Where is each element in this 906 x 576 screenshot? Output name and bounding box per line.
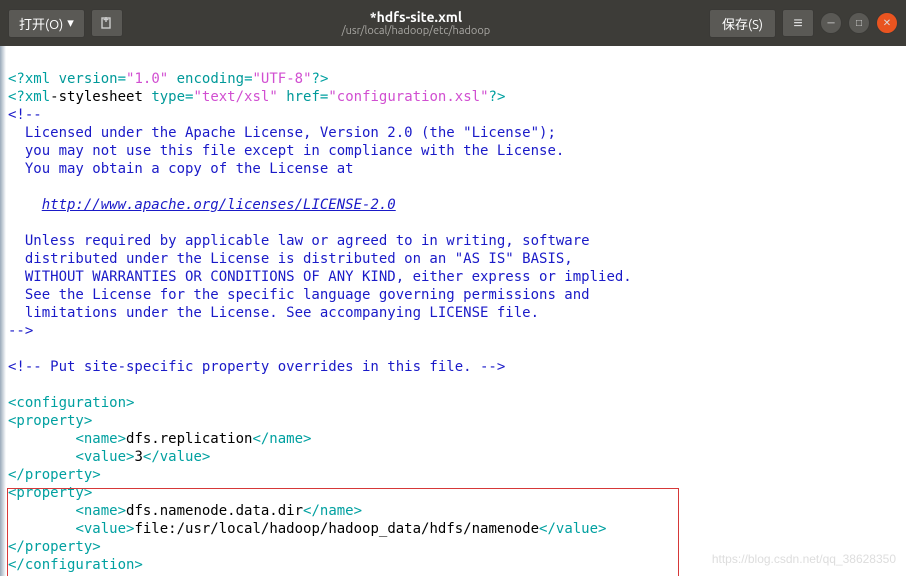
text: 3	[134, 449, 142, 465]
tag: </name>	[252, 431, 311, 447]
tag: <property>	[8, 413, 92, 429]
kw: -stylesheet	[50, 89, 151, 105]
window-subtitle: /usr/local/hadoop/etc/hadoop	[123, 25, 709, 37]
watermark: https://blog.csdn.net/qq_38628350	[712, 550, 896, 568]
minimize-button[interactable]: ─	[820, 12, 842, 34]
tag: <name>	[75, 431, 126, 447]
tag: <value>	[75, 449, 134, 465]
text: file:/usr/local/hadoop/hadoop_data/hdfs/…	[134, 521, 539, 537]
str: "UTF-8"	[253, 71, 312, 87]
tag: </name>	[303, 503, 362, 519]
comment: <!-- Licensed under the Apache License, …	[8, 107, 632, 339]
tag: </value>	[143, 449, 210, 465]
minimize-icon: ─	[827, 17, 834, 29]
attr: type	[151, 89, 185, 105]
tag: <property>	[8, 485, 92, 501]
chevron-down-icon: ▾	[67, 16, 74, 31]
open-button[interactable]: 打开(O) ▾	[8, 9, 85, 38]
tag: </property>	[8, 467, 101, 483]
decl-close: ?>	[489, 89, 506, 105]
attr: encoding	[177, 71, 244, 87]
close-icon: ✕	[883, 17, 891, 29]
indent	[8, 449, 75, 465]
save-button[interactable]: 保存(S)	[709, 9, 776, 38]
open-label: 打开(O)	[19, 14, 63, 33]
titlebar: 打开(O) ▾ *hdfs-site.xml /usr/local/hadoop…	[0, 0, 906, 46]
tag: <name>	[75, 503, 126, 519]
close-button[interactable]: ✕	[876, 12, 898, 34]
str: "configuration.xsl"	[328, 89, 488, 105]
text: dfs.replication	[126, 431, 252, 447]
attr: version	[59, 71, 118, 87]
tag: <configuration>	[8, 395, 134, 411]
window-title: *hdfs-site.xml	[123, 9, 709, 25]
new-tab-button[interactable]	[91, 9, 123, 37]
tag: </property>	[8, 539, 101, 555]
license-url-link[interactable]: http://www.apache.org/licenses/LICENSE-2…	[42, 197, 396, 213]
indent	[8, 521, 75, 537]
menu-button[interactable]: ≡	[782, 9, 814, 37]
maximize-icon: □	[856, 17, 862, 29]
titlebar-center: *hdfs-site.xml /usr/local/hadoop/etc/had…	[123, 9, 709, 37]
tag: </configuration>	[8, 557, 143, 573]
comment2: <!-- Put site-specific property override…	[8, 359, 505, 375]
str: "text/xsl"	[193, 89, 277, 105]
titlebar-left: 打开(O) ▾	[8, 9, 123, 38]
decl-close: ?>	[312, 71, 329, 87]
attr: href	[286, 89, 320, 105]
str: "1.0"	[126, 71, 168, 87]
tag: </value>	[539, 521, 606, 537]
text: dfs.namenode.data.dir	[126, 503, 303, 519]
xml-decl: <?xml	[8, 71, 59, 87]
new-tab-icon	[100, 16, 114, 30]
titlebar-right: 保存(S) ≡ ─ □ ✕	[709, 9, 898, 38]
xsl-decl: <?xml	[8, 89, 50, 105]
maximize-button[interactable]: □	[848, 12, 870, 34]
indent	[8, 431, 75, 447]
hamburger-icon: ≡	[793, 14, 802, 33]
editor-area[interactable]: <?xml version="1.0" encoding="UTF-8"?> <…	[0, 46, 906, 576]
indent	[8, 503, 75, 519]
tag: <value>	[75, 521, 134, 537]
